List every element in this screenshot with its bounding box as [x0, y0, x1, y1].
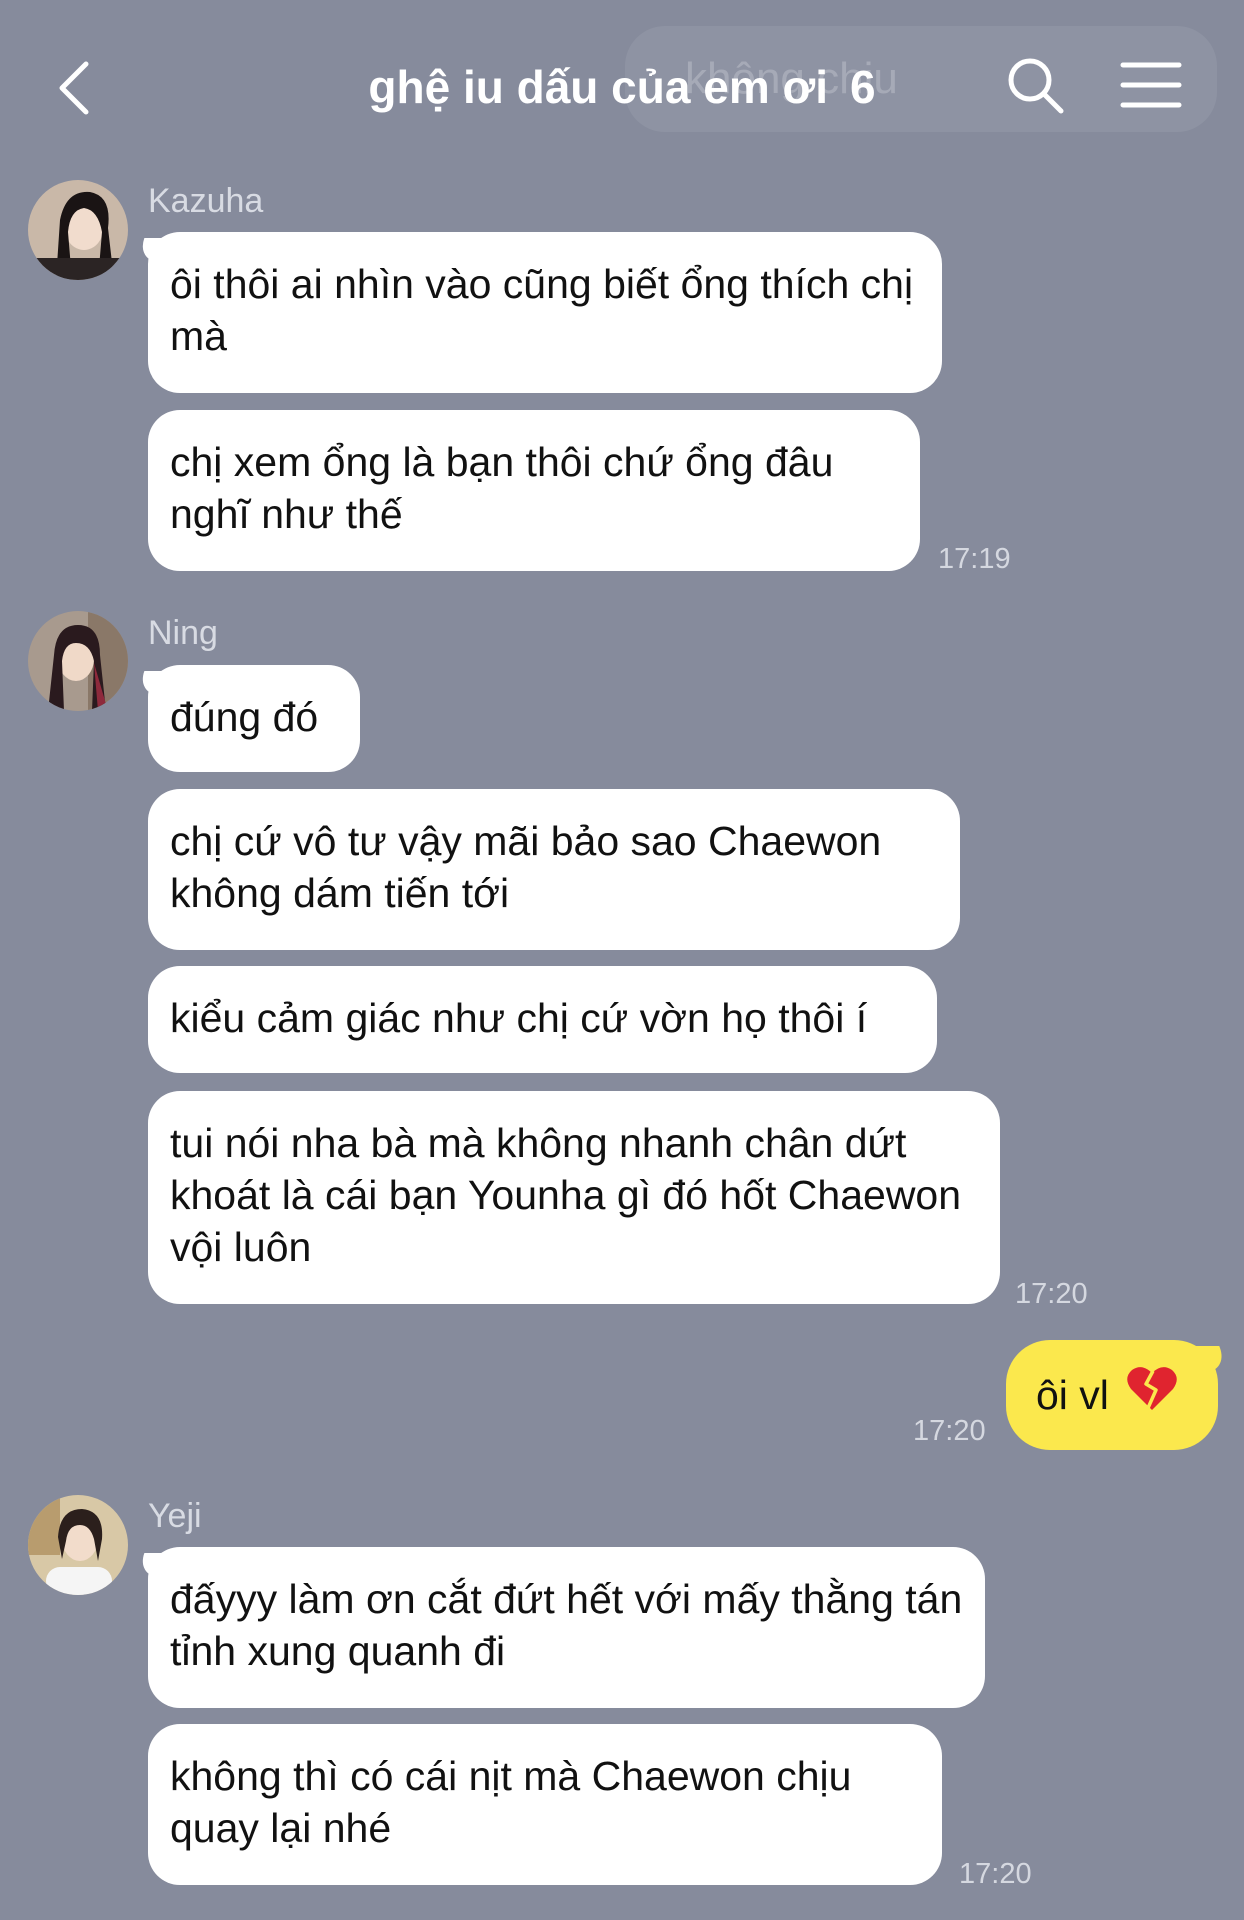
- search-button[interactable]: [1005, 55, 1065, 115]
- message-bubble[interactable]: đấyyy làm ơn cắt đứt hết với mấy thằng t…: [148, 1547, 985, 1708]
- menu-button[interactable]: [1120, 60, 1182, 110]
- sender-name: Kazuha: [148, 182, 264, 220]
- chat-title-text: ghệ iu dấu của em ơi: [368, 61, 828, 113]
- sender-name: Yeji: [148, 1497, 202, 1535]
- timestamp: 17:20: [1015, 1278, 1088, 1310]
- message-bubble[interactable]: không thì có cái nịt mà Chaewon chịu qua…: [148, 1724, 942, 1885]
- avatar-yeji[interactable]: [28, 1495, 128, 1595]
- broken-heart-icon: [1126, 1343, 1178, 1453]
- message-bubble[interactable]: chị cứ vô tư vậy mãi bảo sao Chaewon khô…: [148, 789, 960, 950]
- timestamp: 17:19: [938, 543, 1011, 575]
- avatar-ning[interactable]: [28, 611, 128, 711]
- message-bubble[interactable]: chị xem ổng là bạn thôi chứ ổng đâu nghĩ…: [148, 410, 920, 571]
- sender-name: Ning: [148, 614, 218, 652]
- search-icon: [1008, 58, 1064, 114]
- my-message-text: ôi vl: [1036, 1372, 1109, 1418]
- message-bubble[interactable]: tui nói nha bà mà không nhanh chân dứt k…: [148, 1091, 1000, 1304]
- my-message-bubble[interactable]: ôi vl: [1006, 1340, 1218, 1450]
- hamburger-menu-icon: [1120, 62, 1182, 108]
- message-bubble[interactable]: đúng đó: [148, 665, 360, 772]
- avatar-kazuha[interactable]: [28, 180, 128, 280]
- timestamp: 17:20: [913, 1415, 986, 1447]
- message-bubble[interactable]: kiểu cảm giác như chị cứ vờn họ thôi í: [148, 966, 937, 1073]
- member-count: 6: [849, 61, 876, 113]
- message-bubble[interactable]: ôi thôi ai nhìn vào cũng biết ổng thích …: [148, 232, 942, 393]
- timestamp: 17:20: [959, 1858, 1032, 1890]
- chat-header: không chịu ghệ iu dấu của em ơi 6: [0, 0, 1244, 150]
